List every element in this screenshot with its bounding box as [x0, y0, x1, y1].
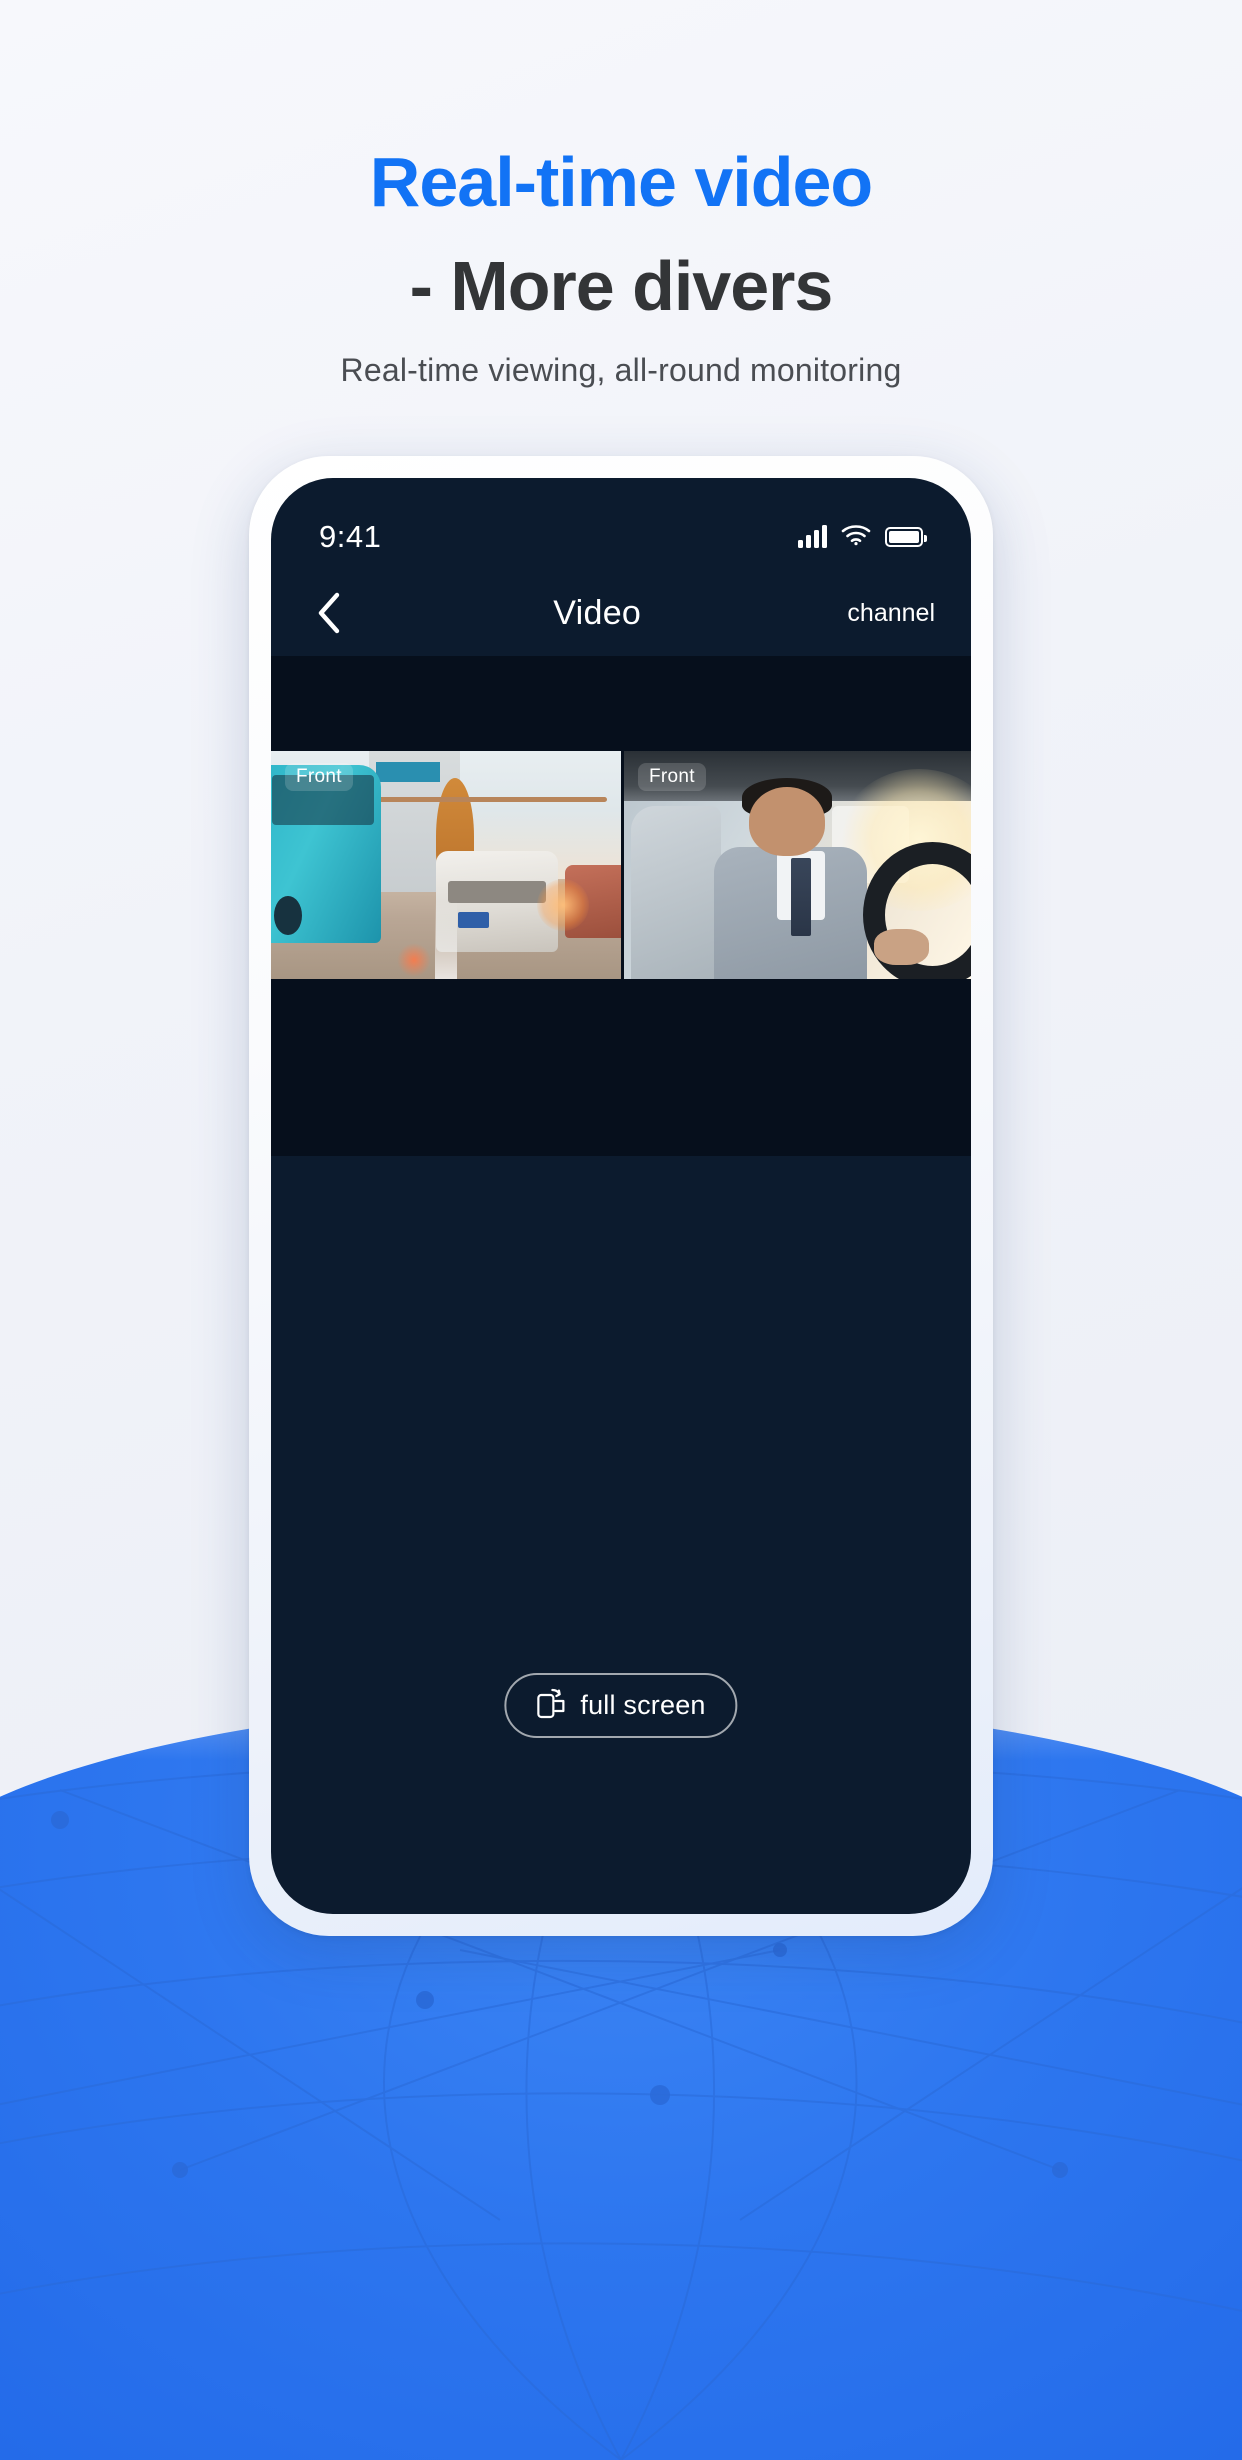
wifi-icon [841, 523, 871, 551]
page-title-line1: Real-time video [369, 143, 873, 221]
phone-mockup-frame: 9:41 Video channel Front Front full scre… [249, 456, 993, 1936]
page-title: Real-time video - More divers [0, 130, 1242, 338]
status-icons [798, 523, 927, 551]
page-subtitle: Real-time viewing, all-round monitoring [340, 352, 902, 388]
status-time: 9:41 [319, 519, 382, 554]
video-tile-front-driver[interactable]: Front [621, 751, 971, 979]
page-title-line2: - More divers [409, 247, 834, 325]
channel-button[interactable]: channel [847, 599, 941, 628]
full-screen-button[interactable]: full screen [504, 1673, 738, 1738]
page-header-title: Video [553, 593, 642, 632]
phone-screen: 9:41 Video channel Front Front full scre… [271, 478, 971, 1914]
full-screen-label: full screen [580, 1690, 706, 1720]
video-stage: Front Front [271, 656, 971, 1156]
signal-icon [798, 525, 827, 548]
navigation-bar: Video channel [271, 570, 971, 656]
rotate-phone-icon [536, 1687, 566, 1724]
video-grid: Front Front [271, 751, 971, 979]
video-tile-label: Front [638, 763, 706, 791]
status-bar: 9:41 [271, 478, 971, 570]
video-tile-front-road[interactable]: Front [271, 751, 621, 979]
video-tile-label: Front [285, 763, 353, 791]
battery-icon [885, 527, 927, 547]
